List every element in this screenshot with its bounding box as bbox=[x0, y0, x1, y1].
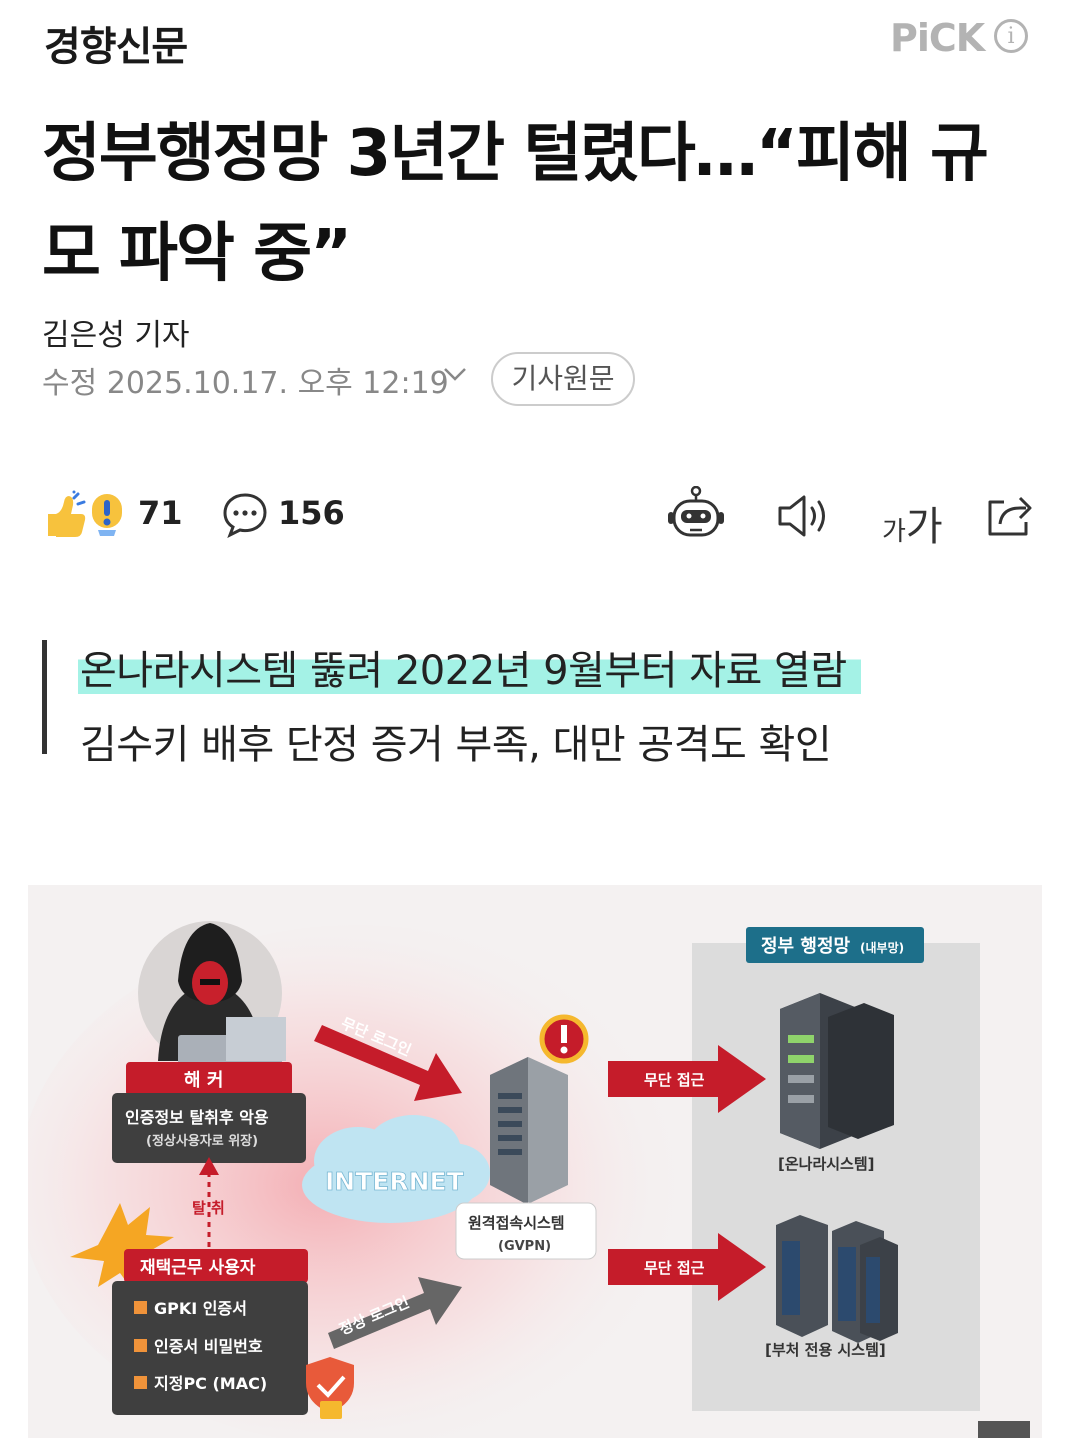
original-article-button[interactable]: 기사원문 bbox=[491, 352, 635, 406]
comment-count: 156 bbox=[278, 494, 345, 532]
share-icon[interactable] bbox=[984, 492, 1036, 538]
hacker-desc-1: 인증정보 탈취후 악용 bbox=[125, 1108, 269, 1127]
onnara-label: [온나라시스템] bbox=[778, 1155, 875, 1173]
user-title: 재택근무 사용자 bbox=[140, 1258, 256, 1278]
subtitle-line-1: 온나라시스템 뚫려 2022년 9월부터 자료 열람 bbox=[78, 638, 861, 696]
image-expand-button[interactable] bbox=[978, 1421, 1030, 1438]
gvpn-label-2: (GVPN) bbox=[498, 1239, 551, 1254]
hacker-desc-2: (정상사용자로 위장) bbox=[146, 1133, 258, 1149]
gov-network-label: 정부 행정망 bbox=[761, 936, 851, 957]
internet-label: INTERNET bbox=[325, 1167, 464, 1196]
unauth-access-label-1: 무단 접근 bbox=[644, 1071, 705, 1089]
chevron-down-icon[interactable] bbox=[442, 362, 468, 390]
article-title: 정부행정망 3년간 털렸다…“피해 규모 파악 중” bbox=[42, 117, 989, 291]
comment-icon[interactable] bbox=[222, 492, 268, 539]
pick-badge: PiCK bbox=[890, 16, 985, 60]
user-item-3: 지정PC (MAC) bbox=[154, 1374, 267, 1393]
reaction-icon[interactable] bbox=[44, 490, 130, 540]
gvpn-server bbox=[490, 1057, 568, 1205]
subtitle-highlight: 온나라시스템 뚫려 2022년 9월부터 자료 열람 bbox=[78, 648, 861, 694]
infographic-image[interactable]: 정부 행정망 (내부망) 해 커 인증정보 탈취후 악용 (정상사용자로 위장)… bbox=[28, 885, 1042, 1438]
lock-icon bbox=[320, 1401, 342, 1419]
dept-label: [부처 전용 시스템] bbox=[765, 1341, 886, 1359]
info-icon[interactable]: i bbox=[994, 19, 1028, 53]
article-date: 수정 2025.10.17. 오후 12:19 bbox=[42, 366, 449, 401]
author-name[interactable]: 김은성 기자 bbox=[42, 310, 190, 354]
unauth-access-label-2: 무단 접근 bbox=[644, 1259, 705, 1277]
hacker-title: 해 커 bbox=[184, 1070, 223, 1091]
speaker-icon[interactable] bbox=[776, 494, 832, 538]
hacker-desc-box bbox=[112, 1093, 306, 1163]
gvpn-label-1: 원격접속시스템 bbox=[468, 1214, 565, 1232]
user-item-2: 인증서 비밀번호 bbox=[154, 1337, 263, 1356]
gov-network-sub: (내부망) bbox=[860, 940, 904, 955]
font-size-button[interactable]: 가가 bbox=[882, 494, 943, 552]
robot-summary-icon[interactable] bbox=[666, 485, 726, 542]
font-large-label: 가 bbox=[905, 504, 943, 550]
onnara-server bbox=[780, 993, 894, 1149]
subtitle-quote-bar bbox=[42, 640, 47, 754]
department-server bbox=[776, 1215, 898, 1343]
press-logo[interactable]: 경향신문 bbox=[44, 14, 188, 72]
steal-label: 탈 취 bbox=[192, 1199, 225, 1217]
font-small-label: 가 bbox=[882, 517, 906, 547]
subtitle-line-2: 김수키 배후 단정 증거 부족, 대만 공격도 확인 bbox=[80, 722, 832, 768]
reaction-count: 71 bbox=[138, 494, 183, 532]
user-item-1: GPKI 인증서 bbox=[154, 1299, 247, 1318]
